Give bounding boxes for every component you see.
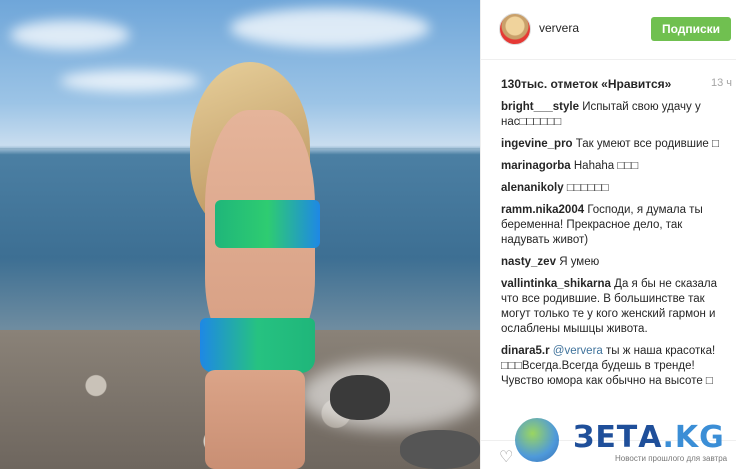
boulder xyxy=(400,430,480,469)
post-header: ververa Подписки xyxy=(481,0,736,60)
list-item: ramm.nika2004 Господи, я думала ты берем… xyxy=(501,203,731,248)
post-photo[interactable] xyxy=(0,0,480,469)
comment-username[interactable]: alenanikoly xyxy=(501,182,564,194)
boulder xyxy=(330,375,390,420)
wave-foam xyxy=(300,360,480,430)
list-item: dinara5.r @ververa ты ж наша красотка! □… xyxy=(501,344,731,389)
swimsuit-bottom xyxy=(200,318,315,373)
likes-count[interactable]: 130тыс. отметок «Нравится» xyxy=(501,77,731,91)
comments-list: bright___style Испытай свою удачу у нас□… xyxy=(501,100,731,396)
avatar[interactable] xyxy=(499,13,531,45)
comment-username[interactable]: ramm.nika2004 xyxy=(501,204,584,216)
watermark-brand: ЗЕТА.KG xyxy=(573,420,725,455)
comment-username[interactable]: dinara5.r xyxy=(501,345,550,357)
list-item: nasty_zev Я умею xyxy=(501,255,731,270)
comment-username[interactable]: nasty_zev xyxy=(501,256,556,268)
comment-username[interactable]: ingevine_pro xyxy=(501,138,573,150)
comment-mention[interactable]: @ververa xyxy=(553,345,603,357)
comment-username[interactable]: bright___style xyxy=(501,101,579,113)
comment-username[interactable]: vallintinka_shikarna xyxy=(501,278,611,290)
cloud xyxy=(60,70,200,92)
comment-text: Hahaha □□□ xyxy=(573,160,639,172)
heart-icon[interactable]: ♡ xyxy=(499,447,513,467)
list-item: marinagorba Hahaha □□□ xyxy=(501,159,731,174)
list-item: bright___style Испытай свою удачу у нас□… xyxy=(501,100,731,130)
follow-button[interactable]: Подписки xyxy=(651,17,731,41)
list-item: ingevine_pro Так умеют все родившие □ xyxy=(501,137,731,152)
comment-username[interactable]: marinagorba xyxy=(501,160,571,172)
post-time[interactable]: 13 ч xyxy=(711,77,732,89)
swimsuit-top xyxy=(215,200,320,248)
watermark-tagline: Новости прошлого для завтра xyxy=(615,454,728,463)
person-legs xyxy=(205,370,305,469)
watermark-suffix: .KG xyxy=(662,420,725,455)
comment-text: □□□□□□ xyxy=(566,182,609,194)
cloud xyxy=(230,8,430,48)
post-sidebar: ververa Подписки 130тыс. отметок «Нравит… xyxy=(480,0,736,469)
comment-text: Я умею xyxy=(559,256,600,268)
username-link[interactable]: ververa xyxy=(539,21,579,35)
list-item: alenanikoly □□□□□□ xyxy=(501,181,731,196)
list-item: vallintinka_shikarna Да я бы не сказала … xyxy=(501,277,731,337)
cloud xyxy=(10,20,130,50)
site-watermark: ЗЕТА.KG Новости прошлого для завтра xyxy=(515,414,736,469)
globe-logo-icon xyxy=(515,418,559,462)
comment-text: Так умеют все родившие □ xyxy=(575,138,719,150)
